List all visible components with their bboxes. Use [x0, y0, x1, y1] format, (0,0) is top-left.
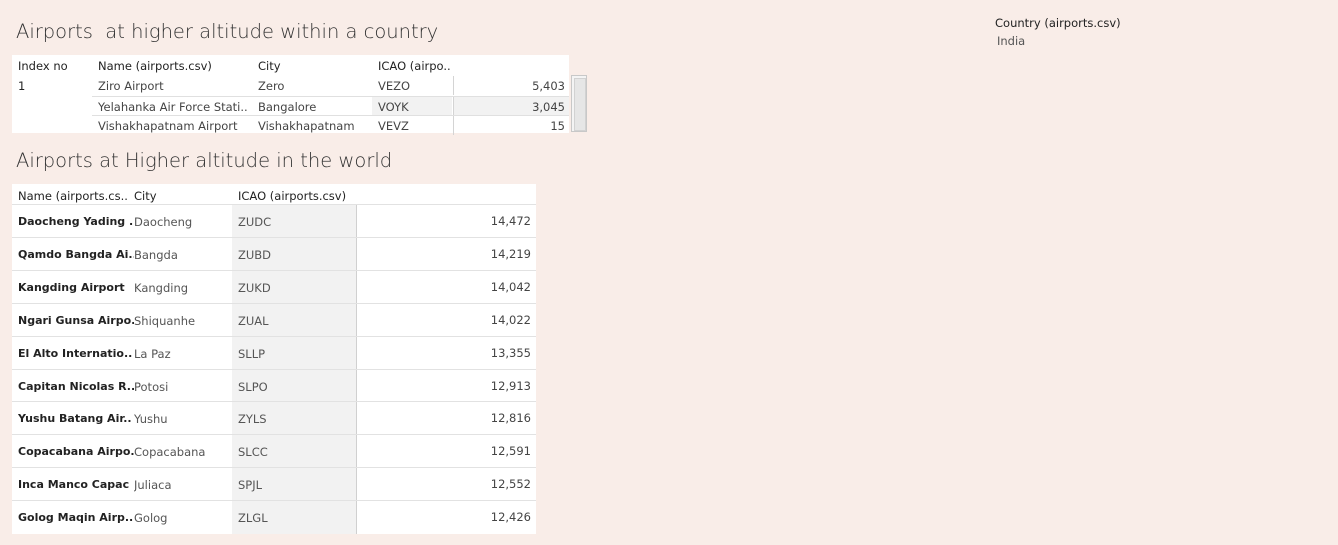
name-cell[interactable]: El Alto Internatio..	[18, 347, 134, 360]
column-divider	[356, 468, 357, 502]
index-cell: 1	[18, 79, 26, 93]
value-cell: 14,022	[490, 312, 531, 327]
city-cell: Bangalore	[258, 99, 317, 114]
icao-cell: ZUKD	[238, 280, 271, 295]
column-divider	[356, 237, 357, 271]
icao-cell: SLPO	[238, 379, 268, 394]
world-airports-table: Name (airports.cs.. City ICAO (airports.…	[12, 184, 536, 535]
header-name[interactable]: Name (airports.cs..	[18, 189, 134, 203]
city-cell: Golog	[134, 511, 168, 526]
value-cell: 12,913	[490, 378, 531, 393]
column-divider	[453, 96, 454, 116]
column-divider	[356, 336, 357, 370]
city-cell: Kangding	[134, 280, 189, 295]
name-cell[interactable]: Inca Manco Capac ..	[18, 478, 134, 491]
value-cell: 15	[550, 119, 565, 133]
icao-cell: ZYLS	[238, 412, 267, 427]
city-cell: Yushu	[134, 412, 168, 427]
country-filter-value[interactable]: India	[997, 34, 1025, 48]
header-name[interactable]: Name (airports.csv)	[98, 59, 212, 73]
icao-cell: SLCC	[238, 445, 268, 460]
value-cell: 12,816	[490, 411, 531, 426]
table-row: Daocheng Yading .. Daocheng ZUDC 14,472	[12, 204, 536, 238]
city-cell: Bangda	[134, 247, 178, 262]
table-row: Ngari Gunsa Airpo.. Shiquanhe ZUAL 14,022	[12, 302, 536, 337]
icao-cell: SLLP	[238, 346, 266, 361]
name-cell[interactable]: Copacabana Airpo..	[18, 445, 134, 458]
country-filter-label: Country (airports.csv)	[995, 16, 1121, 30]
city-cell: Zero	[258, 79, 285, 93]
country-table-title: Airports at higher altitude within a cou…	[16, 20, 439, 43]
value-cell: 14,042	[490, 279, 531, 294]
column-divider	[356, 303, 357, 337]
world-table-title: Airports at Higher altitude in the world	[16, 149, 393, 172]
scrollbar-thumb[interactable]	[574, 78, 586, 131]
table-row: Qamdo Bangda Ai.. Bangda ZUBD 14,219	[12, 236, 536, 271]
city-cell: Shiquanhe	[134, 313, 196, 328]
name-cell[interactable]: Ziro Airport	[98, 79, 248, 93]
table-row: Vishakhapatnam Airport Vishakhapatnam VEVZ…	[92, 115, 569, 135]
country-airports-table: Index no Name (airports.csv) City ICAO (…	[12, 55, 569, 135]
value-cell: 14,219	[490, 246, 531, 261]
name-cell[interactable]: Daocheng Yading ..	[18, 215, 134, 228]
header-city[interactable]: City	[134, 189, 157, 203]
city-cell: Potosi	[134, 379, 169, 394]
city-cell: Juliaca	[134, 478, 172, 493]
column-divider	[356, 435, 357, 469]
table-row: Yelahanka Air Force Stati.. Bangalore VOYK…	[92, 95, 569, 116]
table-row: Kangding Airport Kangding ZUKD 14,042	[12, 269, 536, 304]
value-cell: 13,355	[490, 345, 531, 360]
table-row: Golog Maqin Airp.. Golog ZLGL 12,426	[12, 500, 536, 535]
column-divider	[356, 402, 357, 436]
name-cell[interactable]: Ngari Gunsa Airpo..	[18, 314, 134, 327]
name-cell[interactable]: Kangding Airport	[18, 281, 134, 294]
icao-cell: ZUBD	[238, 247, 272, 262]
value-cell: 3,045	[532, 99, 565, 114]
value-cell: 14,472	[490, 214, 531, 228]
header-city[interactable]: City	[258, 59, 281, 73]
icao-cell: VOYK	[378, 99, 409, 114]
name-cell[interactable]: Yushu Batang Air..	[18, 412, 134, 425]
table-row: Yushu Batang Air.. Yushu ZYLS 12,816	[12, 401, 536, 436]
country-table-scrollbar[interactable]	[571, 75, 587, 132]
header-icao[interactable]: ICAO (airports.csv)	[238, 189, 346, 203]
table-row: Copacabana Airpo.. Copacabana SLCC 12,591	[12, 434, 536, 469]
column-divider	[356, 501, 357, 535]
city-cell: Vishakhapatnam	[258, 119, 355, 133]
city-cell: La Paz	[134, 346, 171, 361]
name-cell[interactable]: Qamdo Bangda Ai..	[18, 248, 134, 261]
table-row: Capitan Nicolas R.. Potosi SLPO 12,913	[12, 368, 536, 403]
column-divider	[453, 76, 454, 95]
value-cell: 12,552	[490, 477, 531, 492]
icao-cell: VEVZ	[378, 119, 409, 133]
name-cell[interactable]: Vishakhapatnam Airport	[98, 119, 248, 133]
icao-cell: SPJL	[238, 478, 263, 493]
name-cell[interactable]: Golog Maqin Airp..	[18, 511, 134, 524]
value-cell: 12,591	[490, 444, 531, 459]
city-cell: Daocheng	[134, 215, 193, 229]
table-row: Ziro Airport Zero VEZO 5,403	[92, 76, 569, 95]
name-cell[interactable]: Capitan Nicolas R..	[18, 380, 134, 393]
name-cell[interactable]: Yelahanka Air Force Stati..	[98, 100, 248, 114]
city-cell: Copacabana	[134, 445, 206, 460]
value-cell: 5,403	[532, 79, 565, 93]
column-divider	[356, 369, 357, 403]
column-divider	[356, 205, 357, 238]
header-icao[interactable]: ICAO (airpo..	[378, 59, 452, 73]
icao-cell: ZUAL	[238, 313, 269, 328]
icao-cell: ZLGL	[238, 511, 268, 526]
icao-cell: VEZO	[378, 79, 411, 93]
table-row: El Alto Internatio.. La Paz SLLP 13,355	[12, 335, 536, 370]
column-divider	[453, 116, 454, 135]
icao-cell: ZUDC	[238, 215, 272, 229]
table-row: Inca Manco Capac .. Juliaca SPJL 12,552	[12, 467, 536, 502]
column-divider	[356, 270, 357, 304]
value-cell: 12,426	[490, 510, 531, 525]
header-index-no[interactable]: Index no	[18, 59, 68, 73]
